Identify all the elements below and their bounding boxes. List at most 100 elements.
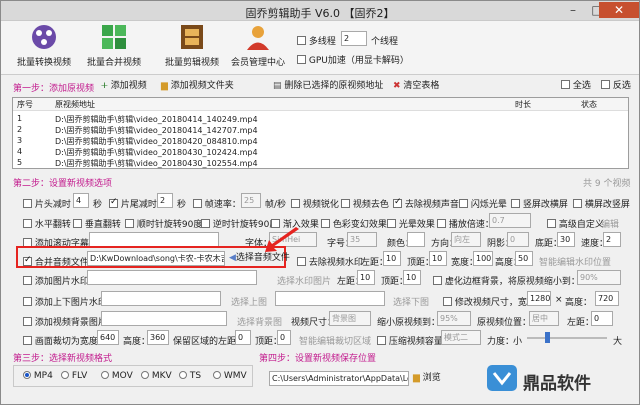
batch-merge-button[interactable]: 批量合并视频: [79, 23, 149, 68]
top2-input[interactable]: 10: [403, 270, 421, 285]
crop-checkbox[interactable]: 画面裁切为宽度：: [23, 334, 107, 347]
color-change-checkbox[interactable]: 色彩变幻效果: [321, 217, 387, 230]
blur-bg-checkbox[interactable]: 虚化边框背景，将原视频缩小到：: [433, 274, 580, 287]
format-flv[interactable]: FLV: [61, 371, 87, 381]
shadow-input[interactable]: 0: [507, 232, 529, 247]
edit-button[interactable]: 编辑: [601, 217, 619, 230]
gpu-label: GPU加速（用显卡解码）: [308, 56, 409, 66]
batch-edit-button[interactable]: 批量剪辑视频: [157, 23, 227, 68]
head-cut-input[interactable]: 4: [73, 193, 89, 208]
bg-pic-input[interactable]: [101, 311, 227, 326]
multithread-checkbox[interactable]: 多线程: [297, 34, 336, 47]
tail-cut-input[interactable]: 2: [157, 193, 173, 208]
color-picker[interactable]: [407, 232, 425, 247]
table-header: 序号 原视频地址 时长 状态: [13, 98, 628, 111]
framerate-input[interactable]: 25: [241, 193, 261, 208]
flash-checkbox[interactable]: 闪烁光晕: [459, 197, 507, 210]
horizontal-to-vertical-checkbox[interactable]: 横屏改竖屏: [573, 197, 630, 210]
clear-table-button[interactable]: ✖ 清空表格: [393, 79, 439, 93]
direction-select[interactable]: 向左: [451, 232, 481, 247]
save-path-input[interactable]: C:\Users\Administrator\AppData\Lo: [269, 371, 409, 386]
table-row[interactable]: 1 D:\固乔剪辑助手\剪辑\video_20180414_140249.mp4: [13, 114, 628, 125]
h-flip-checkbox[interactable]: 水平翻转: [23, 217, 71, 230]
scroll-sub-input[interactable]: [89, 232, 219, 247]
remove-audio-checkbox[interactable]: 去除视频声音: [393, 197, 459, 210]
folder-icon: ▆: [161, 81, 168, 91]
size-select[interactable]: 35: [347, 232, 377, 247]
keep-top-input[interactable]: 0: [277, 330, 291, 345]
pic-path-input[interactable]: [87, 270, 257, 285]
strength-slider[interactable]: [527, 337, 607, 339]
video-table[interactable]: 序号 原视频地址 时长 状态 1 D:\固乔剪辑助手\剪辑\video_20180…: [12, 97, 629, 169]
strength-slider-thumb[interactable]: [545, 332, 550, 343]
width-input[interactable]: 100: [473, 251, 493, 266]
sharpen-checkbox[interactable]: 视频锐化: [291, 197, 339, 210]
mode-select[interactable]: 模式二: [441, 330, 481, 345]
table-row[interactable]: 3 D:\固乔剪辑助手\剪辑\video_20180420_084810.mp4: [13, 136, 628, 147]
speed-checkbox[interactable]: 播放倍速：: [437, 217, 494, 230]
crop-height-input[interactable]: 360: [147, 330, 169, 345]
format-ts[interactable]: TS: [179, 371, 201, 381]
tail-cut-checkbox[interactable]: 片尾减时: [109, 197, 157, 210]
choose-bg-button[interactable]: 选择背景图: [237, 315, 282, 328]
select-all-label: 全选: [572, 81, 591, 91]
position-select[interactable]: 居中: [529, 311, 559, 326]
adv-custom-checkbox[interactable]: 高级自定义: [547, 217, 604, 230]
vertical-to-horizontal-checkbox[interactable]: 竖屏改横屏: [511, 197, 568, 210]
table-row[interactable]: 4 D:\固乔剪辑助手\剪辑\video_20180430_102424.mp4: [13, 147, 628, 158]
compress-checkbox[interactable]: 压缩视频容量: [377, 334, 443, 347]
height-size-input[interactable]: 720: [595, 291, 619, 306]
framerate-checkbox[interactable]: 帧速率：: [193, 197, 241, 210]
choose-audio-button[interactable]: ◀选择音频文件: [229, 251, 290, 265]
format-mkv[interactable]: MKV: [141, 371, 172, 381]
gpu-checkbox[interactable]: GPU加速（用显卡解码）: [297, 53, 409, 66]
step2-label: 第二步：设置新视频选项: [13, 179, 113, 189]
audio-path-input[interactable]: D:\KwDownload\song\卡农-卡农木吉他描: [87, 251, 225, 266]
close-icon[interactable]: ✕: [599, 2, 639, 18]
light-effect-checkbox[interactable]: 光晕效果: [387, 217, 435, 230]
blur-select[interactable]: 90%: [577, 270, 621, 285]
format-mp4[interactable]: MP4: [23, 371, 53, 381]
speed-select[interactable]: 0.7: [489, 213, 531, 228]
select-all-button[interactable]: 全选: [561, 79, 591, 93]
crop-width-input[interactable]: 640: [97, 330, 119, 345]
top-input[interactable]: 10: [429, 251, 447, 266]
head-cut-checkbox[interactable]: 片头减时: [23, 197, 71, 210]
member-center-button[interactable]: 会员管理中心: [223, 23, 293, 68]
bottom-input[interactable]: 30: [557, 232, 575, 247]
left2-input[interactable]: 10: [357, 270, 375, 285]
keep-left-input[interactable]: 0: [235, 330, 251, 345]
batch-convert-button[interactable]: 批量转换视频: [9, 23, 79, 68]
choose-top-button[interactable]: 选择上图: [231, 295, 267, 308]
video-size-select[interactable]: 背景图: [329, 311, 371, 326]
delete-selected-button[interactable]: ▤ 删除已选择的原视频地址: [273, 79, 383, 93]
speed2-input[interactable]: 2: [603, 232, 621, 247]
top-pic-input[interactable]: [101, 291, 221, 306]
table-row[interactable]: 2 D:\固乔剪辑助手\剪辑\video_20180414_142707.mp4: [13, 125, 628, 136]
fps-label: 帧/秒: [265, 200, 287, 210]
table-row[interactable]: 5 D:\固乔剪辑助手\剪辑\video_20180430_102554.mp4: [13, 158, 628, 169]
cw90-checkbox[interactable]: 顺时针旋转90度: [125, 217, 202, 230]
minimize-icon[interactable]: –: [561, 2, 585, 18]
smart-watermark-button[interactable]: 智能编辑水印位置: [539, 255, 611, 268]
threads-input[interactable]: 2: [341, 31, 367, 46]
browse-button[interactable]: ▆ 浏览: [413, 371, 441, 385]
v-flip-checkbox[interactable]: 垂直翻转: [73, 217, 121, 230]
remove-watermark-checkbox[interactable]: 去除视频水印: [297, 255, 363, 268]
shrink-select[interactable]: 95%: [437, 311, 471, 326]
format-mov[interactable]: MOV: [101, 371, 133, 381]
left3-input[interactable]: 0: [591, 311, 613, 326]
invert-button[interactable]: 反选: [601, 79, 631, 93]
choose-watermark-button[interactable]: 选择水印图片: [277, 274, 331, 287]
tail-cut-label: 片尾减时: [120, 200, 157, 210]
width-size-input[interactable]: 1280: [527, 291, 551, 306]
decolor-checkbox[interactable]: 视频去色: [341, 197, 389, 210]
add-folder-button[interactable]: ▆ 添加视频文件夹: [161, 79, 234, 93]
add-video-button[interactable]: 🞤 添加视频: [101, 79, 147, 93]
left-input[interactable]: 10: [383, 251, 401, 266]
format-wmv[interactable]: WMV: [213, 371, 247, 381]
choose-bottom-button[interactable]: 选择下图: [393, 295, 429, 308]
smart-crop-button[interactable]: 智能编辑裁切区域: [299, 334, 371, 347]
bottom-pic-input[interactable]: [275, 291, 385, 306]
height-input[interactable]: 50: [515, 251, 533, 266]
